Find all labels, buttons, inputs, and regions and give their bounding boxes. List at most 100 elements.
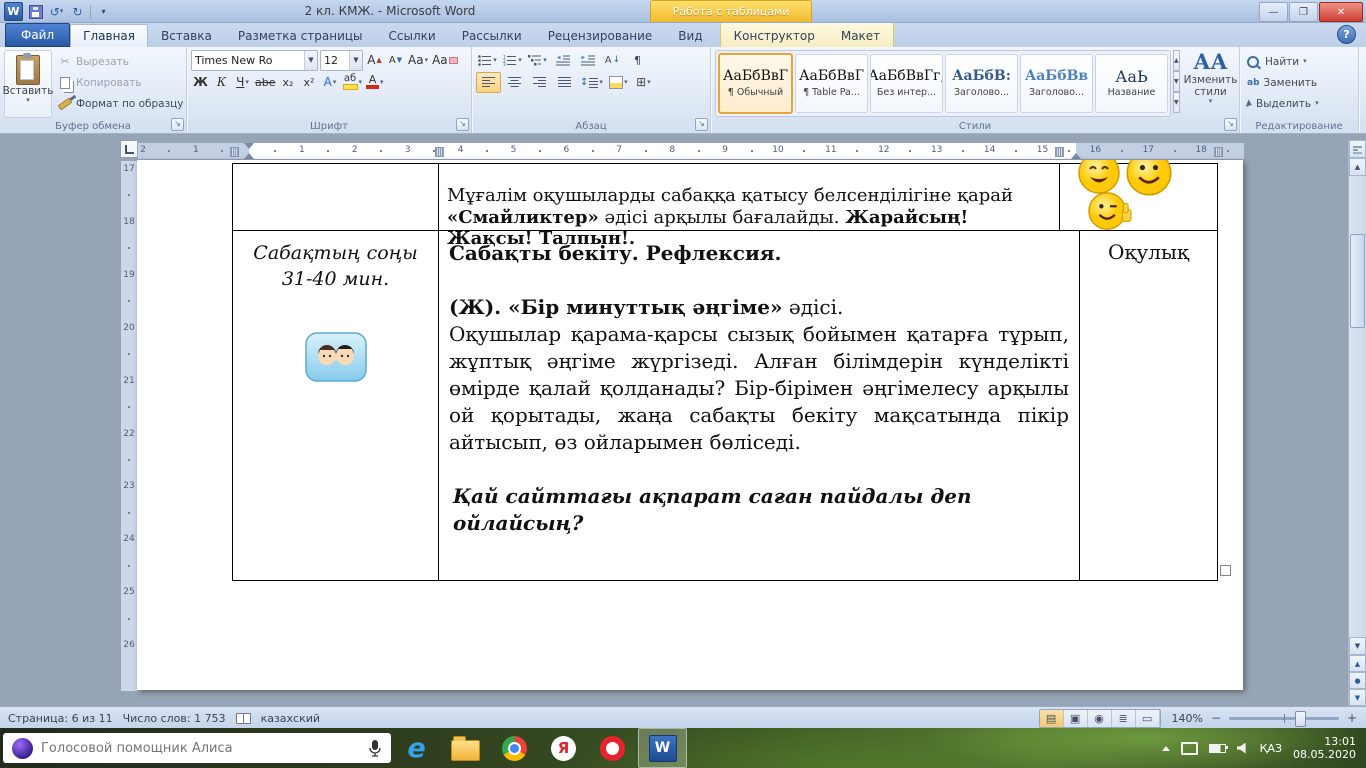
taskbar-explorer-icon[interactable] [442, 729, 489, 767]
style-tile[interactable]: АаБбВвГ ¶ Обычный [718, 53, 793, 114]
table-column-marker[interactable] [1055, 147, 1064, 157]
change-case-button[interactable]: Аа▾ [407, 51, 429, 70]
font-dialog-launcher[interactable]: ↘ [456, 118, 469, 131]
outline-view-button[interactable]: ≣ [1112, 710, 1136, 727]
scroll-down-button[interactable]: ▼ [1349, 637, 1366, 655]
clipboard-dialog-launcher[interactable]: ↘ [171, 118, 184, 131]
ribbon-tab[interactable]: Файл [5, 23, 70, 47]
replace-button[interactable]: ab Заменить [1244, 73, 1354, 92]
styles-scroll-up-icon[interactable]: ▲ [1173, 50, 1180, 71]
customize-qat-icon[interactable]: ▾ [95, 3, 112, 20]
vertical-scrollbar[interactable]: ▲ ▼ ▲ ● ▼ [1348, 140, 1366, 706]
web-layout-view-button[interactable]: ◉ [1088, 710, 1112, 727]
increase-indent-button[interactable] [576, 51, 599, 70]
taskbar-ie-icon[interactable]: e [393, 729, 440, 767]
ribbon-tab[interactable]: Разметка страницы [225, 24, 376, 47]
table-resize-handle[interactable] [1220, 565, 1231, 576]
subscript-button[interactable]: x₂ [279, 73, 298, 92]
tray-display-icon[interactable] [1181, 742, 1198, 755]
print-layout-view-button[interactable]: ▤ [1040, 710, 1064, 727]
table-cell-resources[interactable]: Оқулық [1080, 231, 1217, 580]
right-indent-marker[interactable] [1071, 153, 1081, 159]
word-count[interactable]: Число слов: 1 753 [123, 712, 226, 725]
ribbon-tab[interactable]: Вид [665, 24, 715, 47]
draft-view-button[interactable]: ▭ [1136, 710, 1160, 727]
style-tile[interactable]: АаБбВвГг, Без интер... [870, 54, 943, 113]
strikethrough-button[interactable]: abe [254, 73, 277, 92]
styles-more-icon[interactable]: ▼ [1173, 92, 1180, 113]
shading-button[interactable]: ▾ [607, 73, 630, 92]
clock[interactable]: 13:01 08.05.2020 [1293, 735, 1356, 761]
taskbar-chrome-icon[interactable] [491, 729, 538, 767]
table-cell-content[interactable]: Сабақты бекіту. Рефлексия. (Ж). «Бір мин… [439, 231, 1080, 580]
zoom-out-button[interactable]: − [1208, 710, 1224, 726]
paste-button[interactable]: Вставить ▾ [4, 50, 52, 118]
decrease-indent-button[interactable] [551, 51, 574, 70]
tray-volume-icon[interactable] [1237, 743, 1249, 754]
table-cell-assessment[interactable]: Мұғалім оқушыларды сабаққа қатысу белсен… [439, 164, 1060, 231]
taskbar-opera-icon[interactable] [589, 729, 636, 767]
change-styles-button[interactable]: АА Изменить стили ▾ [1184, 50, 1238, 105]
ribbon-tab[interactable]: Вставка [148, 24, 225, 47]
bold-button[interactable]: Ж [191, 73, 210, 92]
line-spacing-button[interactable]: ↕▾ [578, 73, 605, 92]
scrollbar-track[interactable] [1349, 176, 1366, 637]
ribbon-tab[interactable]: Рецензирование [535, 24, 666, 47]
hanging-indent-marker[interactable] [244, 153, 254, 159]
justify-button[interactable] [553, 73, 576, 92]
taskbar-yandex-icon[interactable]: Я [540, 729, 587, 767]
table-column-marker[interactable] [1214, 147, 1223, 157]
redo-icon[interactable]: ↻ [69, 3, 86, 20]
word-logo-icon[interactable]: W [4, 2, 23, 21]
fullscreen-view-button[interactable]: ▣ [1064, 710, 1088, 727]
zoom-slider-thumb[interactable] [1295, 711, 1306, 727]
taskbar-word-icon[interactable]: W [638, 728, 687, 768]
bullets-button[interactable]: ▾ [476, 51, 499, 70]
page-indicator[interactable]: Страница: 6 из 11 [8, 712, 113, 725]
align-left-button[interactable] [476, 72, 501, 93]
underline-button[interactable]: Ч▾ [233, 73, 252, 92]
style-tile[interactable]: АаБбВ: Заголово... [945, 54, 1018, 113]
copy-button[interactable]: Копировать [55, 73, 187, 92]
previous-page-button[interactable]: ▲ [1349, 655, 1366, 672]
font-name-combo[interactable]: Times New Ro▼ [191, 50, 318, 71]
table-column-marker[interactable] [435, 147, 444, 157]
borders-button[interactable]: ⊞▾ [632, 73, 655, 92]
table-cell-stage-top[interactable] [233, 164, 439, 231]
cut-button[interactable]: ✂ Вырезать [55, 52, 187, 71]
next-page-button[interactable]: ▼ [1349, 689, 1366, 706]
document-page[interactable]: Мұғалім оқушыларды сабаққа қатысу белсен… [137, 160, 1243, 690]
sort-button[interactable]: А↓ [601, 51, 624, 70]
browse-object-button[interactable]: ● [1349, 672, 1366, 689]
zoom-level[interactable]: 140% [1172, 712, 1203, 725]
align-right-button[interactable] [528, 73, 551, 92]
multilevel-list-button[interactable]: ▾ [526, 51, 549, 70]
proofing-icon[interactable] [236, 713, 251, 724]
table-cell-smileys[interactable] [1060, 164, 1217, 231]
minimize-button[interactable]: — [1259, 2, 1288, 22]
zoom-in-button[interactable]: + [1344, 710, 1360, 726]
language-switcher[interactable]: ҚАЗ [1260, 742, 1282, 755]
styles-dialog-launcher[interactable]: ↘ [1224, 118, 1237, 131]
grow-font-button[interactable]: А▲ [365, 51, 384, 70]
align-center-button[interactable] [503, 73, 526, 92]
font-size-combo[interactable]: 12▼ [320, 50, 363, 71]
tray-expand-icon[interactable] [1162, 746, 1170, 751]
paragraph-dialog-launcher[interactable]: ↘ [695, 118, 708, 131]
find-button[interactable]: Найти▾ [1244, 52, 1354, 71]
styles-scroll-down-icon[interactable]: ▼ [1173, 71, 1180, 92]
contextual-tab-header[interactable]: Работа с таблицами [650, 0, 812, 22]
alice-assistant-icon[interactable] [12, 738, 33, 759]
ribbon-tab[interactable]: Главная [70, 24, 148, 47]
clear-formatting-button[interactable]: Аа [431, 51, 459, 70]
paste-dropdown-icon[interactable]: ▾ [26, 97, 30, 104]
style-tile[interactable]: АаЬ Название [1095, 54, 1168, 113]
ribbon-tab[interactable]: Ссылки [376, 24, 449, 47]
superscript-button[interactable]: x² [300, 73, 319, 92]
ribbon-tab[interactable]: Рассылки [449, 24, 535, 47]
table-column-marker[interactable] [230, 147, 239, 157]
language-indicator[interactable]: казахский [261, 712, 320, 725]
show-paragraph-marks-button[interactable]: ¶ [626, 51, 649, 70]
numbering-button[interactable]: 123▾ [501, 51, 524, 70]
font-size-dropdown-icon[interactable]: ▼ [349, 51, 362, 70]
